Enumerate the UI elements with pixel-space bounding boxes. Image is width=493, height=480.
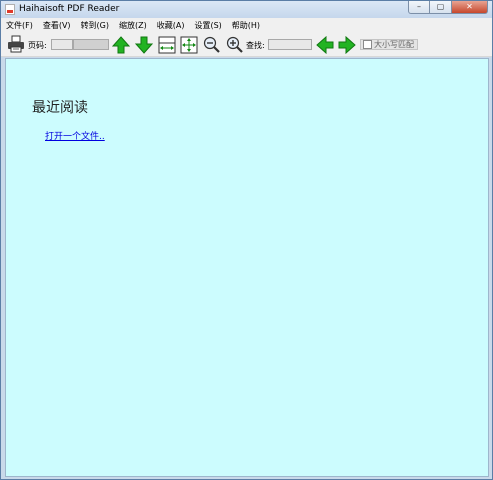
- document-view: 最近阅读 打开一个文件..: [5, 58, 489, 477]
- recent-reading-heading: 最近阅读: [32, 100, 88, 116]
- find-previous-icon: [316, 35, 334, 55]
- maximize-icon: ▢: [436, 2, 445, 11]
- zoom-in-icon: [226, 36, 243, 53]
- fit-width-icon: [158, 36, 176, 54]
- menu-settings[interactable]: 设置(S): [189, 18, 226, 33]
- window-controls: – ▢ ✕: [408, 1, 488, 15]
- zoom-out-button[interactable]: [203, 36, 221, 57]
- page-label: 页码:: [28, 41, 47, 50]
- previous-page-button[interactable]: [111, 36, 131, 57]
- close-button[interactable]: ✕: [452, 1, 488, 14]
- menu-file[interactable]: 文件(F): [1, 18, 38, 33]
- maximize-button[interactable]: ▢: [430, 1, 452, 14]
- page-up-icon: [111, 36, 131, 54]
- fit-page-button[interactable]: [180, 36, 198, 57]
- menu-view[interactable]: 查看(V): [38, 18, 76, 33]
- find-next-button[interactable]: [338, 35, 356, 57]
- page-count-field: [73, 39, 109, 50]
- find-label: 查找:: [246, 41, 265, 50]
- fit-page-icon: [180, 36, 198, 54]
- page-down-icon: [134, 36, 154, 54]
- find-input[interactable]: [268, 39, 312, 50]
- match-case-checkbox[interactable]: [363, 40, 372, 49]
- zoom-in-button[interactable]: [226, 36, 244, 57]
- menu-zoom[interactable]: 缩放(Z): [114, 18, 152, 33]
- open-file-link[interactable]: 打开一个文件..: [45, 129, 105, 142]
- toolbar: 页码: 查找: 大小写匹配: [1, 33, 492, 57]
- find-previous-button[interactable]: [316, 35, 334, 57]
- zoom-out-icon: [203, 36, 220, 53]
- window-title: Haihaisoft PDF Reader: [19, 4, 120, 14]
- minimize-icon: –: [417, 2, 421, 11]
- menu-help[interactable]: 帮助(H): [227, 18, 265, 33]
- fit-width-button[interactable]: [158, 36, 176, 57]
- match-case-option[interactable]: 大小写匹配: [360, 39, 418, 50]
- menu-bar: 文件(F) 查看(V) 转到(G) 缩放(Z) 收藏(A) 设置(S) 帮助(H…: [1, 18, 492, 33]
- next-page-button[interactable]: [134, 36, 154, 57]
- minimize-button[interactable]: –: [408, 1, 430, 14]
- print-button[interactable]: [7, 35, 25, 56]
- close-icon: ✕: [466, 2, 473, 11]
- title-bar: Haihaisoft PDF Reader – ▢ ✕: [1, 1, 492, 18]
- app-pdf-icon: [5, 4, 15, 15]
- print-icon: [8, 35, 24, 53]
- find-next-icon: [338, 35, 356, 55]
- match-case-label: 大小写匹配: [374, 40, 414, 49]
- page-number-input[interactable]: [51, 39, 73, 50]
- app-window: Haihaisoft PDF Reader – ▢ ✕ 文件(F) 查看(V) …: [0, 0, 493, 480]
- menu-favorites[interactable]: 收藏(A): [152, 18, 190, 33]
- menu-goto[interactable]: 转到(G): [76, 18, 114, 33]
